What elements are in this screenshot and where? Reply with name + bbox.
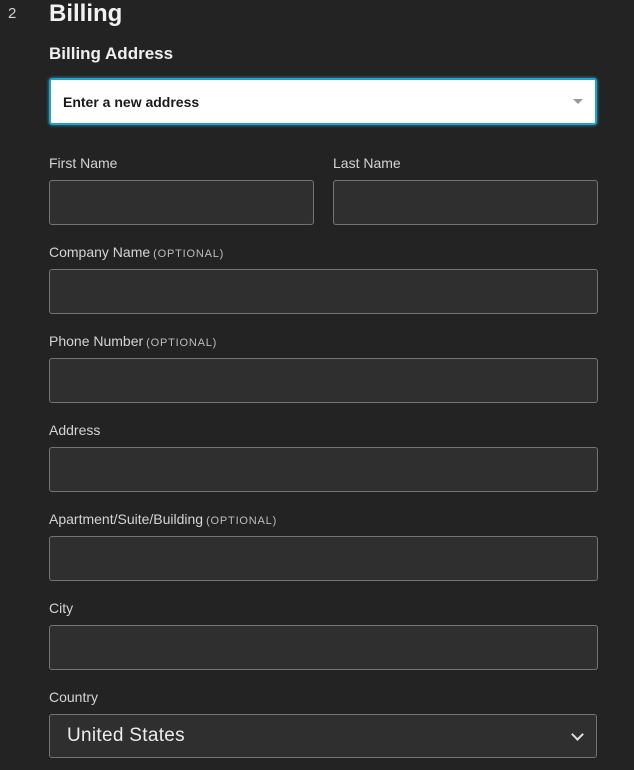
address-label-text: Address: [49, 422, 101, 438]
company-name-input[interactable]: [49, 269, 598, 314]
apartment-input[interactable]: [49, 536, 598, 581]
optional-tag: (OPTIONAL): [206, 515, 278, 527]
phone-number-label: Phone Number (OPTIONAL): [49, 333, 217, 349]
phone-number-label-text: Phone Number: [49, 333, 144, 349]
last-name-label: Last Name: [333, 155, 401, 171]
company-name-label: Company Name (OPTIONAL): [49, 244, 224, 260]
chevron-down-icon: [571, 727, 584, 741]
caret-down-icon: [573, 99, 583, 104]
optional-tag: (OPTIONAL): [153, 248, 225, 260]
last-name-input[interactable]: [333, 180, 598, 225]
first-name-input[interactable]: [49, 180, 314, 225]
optional-tag: (OPTIONAL): [146, 337, 218, 349]
country-label: Country: [49, 689, 98, 705]
apartment-label: Apartment/Suite/Building (OPTIONAL): [49, 511, 277, 527]
country-select[interactable]: United States: [49, 714, 597, 758]
last-name-label-text: Last Name: [333, 155, 401, 171]
step-number: 2: [8, 5, 17, 22]
apartment-label-text: Apartment/Suite/Building: [49, 511, 204, 527]
first-name-label: First Name: [49, 155, 117, 171]
billing-address-heading: Billing Address: [49, 44, 174, 63]
country-label-text: Country: [49, 689, 99, 705]
address-selector-dropdown[interactable]: Enter a new address: [49, 78, 597, 125]
city-label: City: [49, 600, 73, 616]
city-input[interactable]: [49, 625, 598, 670]
company-name-label-text: Company Name: [49, 244, 151, 260]
address-selector-value: Enter a new address: [63, 93, 200, 110]
country-select-value: United States: [67, 725, 185, 746]
first-name-label-text: First Name: [49, 155, 118, 171]
section-title: Billing: [49, 0, 123, 27]
city-label-text: City: [49, 600, 74, 616]
phone-number-input[interactable]: [49, 358, 598, 403]
address-input[interactable]: [49, 447, 598, 492]
address-label: Address: [49, 422, 100, 438]
